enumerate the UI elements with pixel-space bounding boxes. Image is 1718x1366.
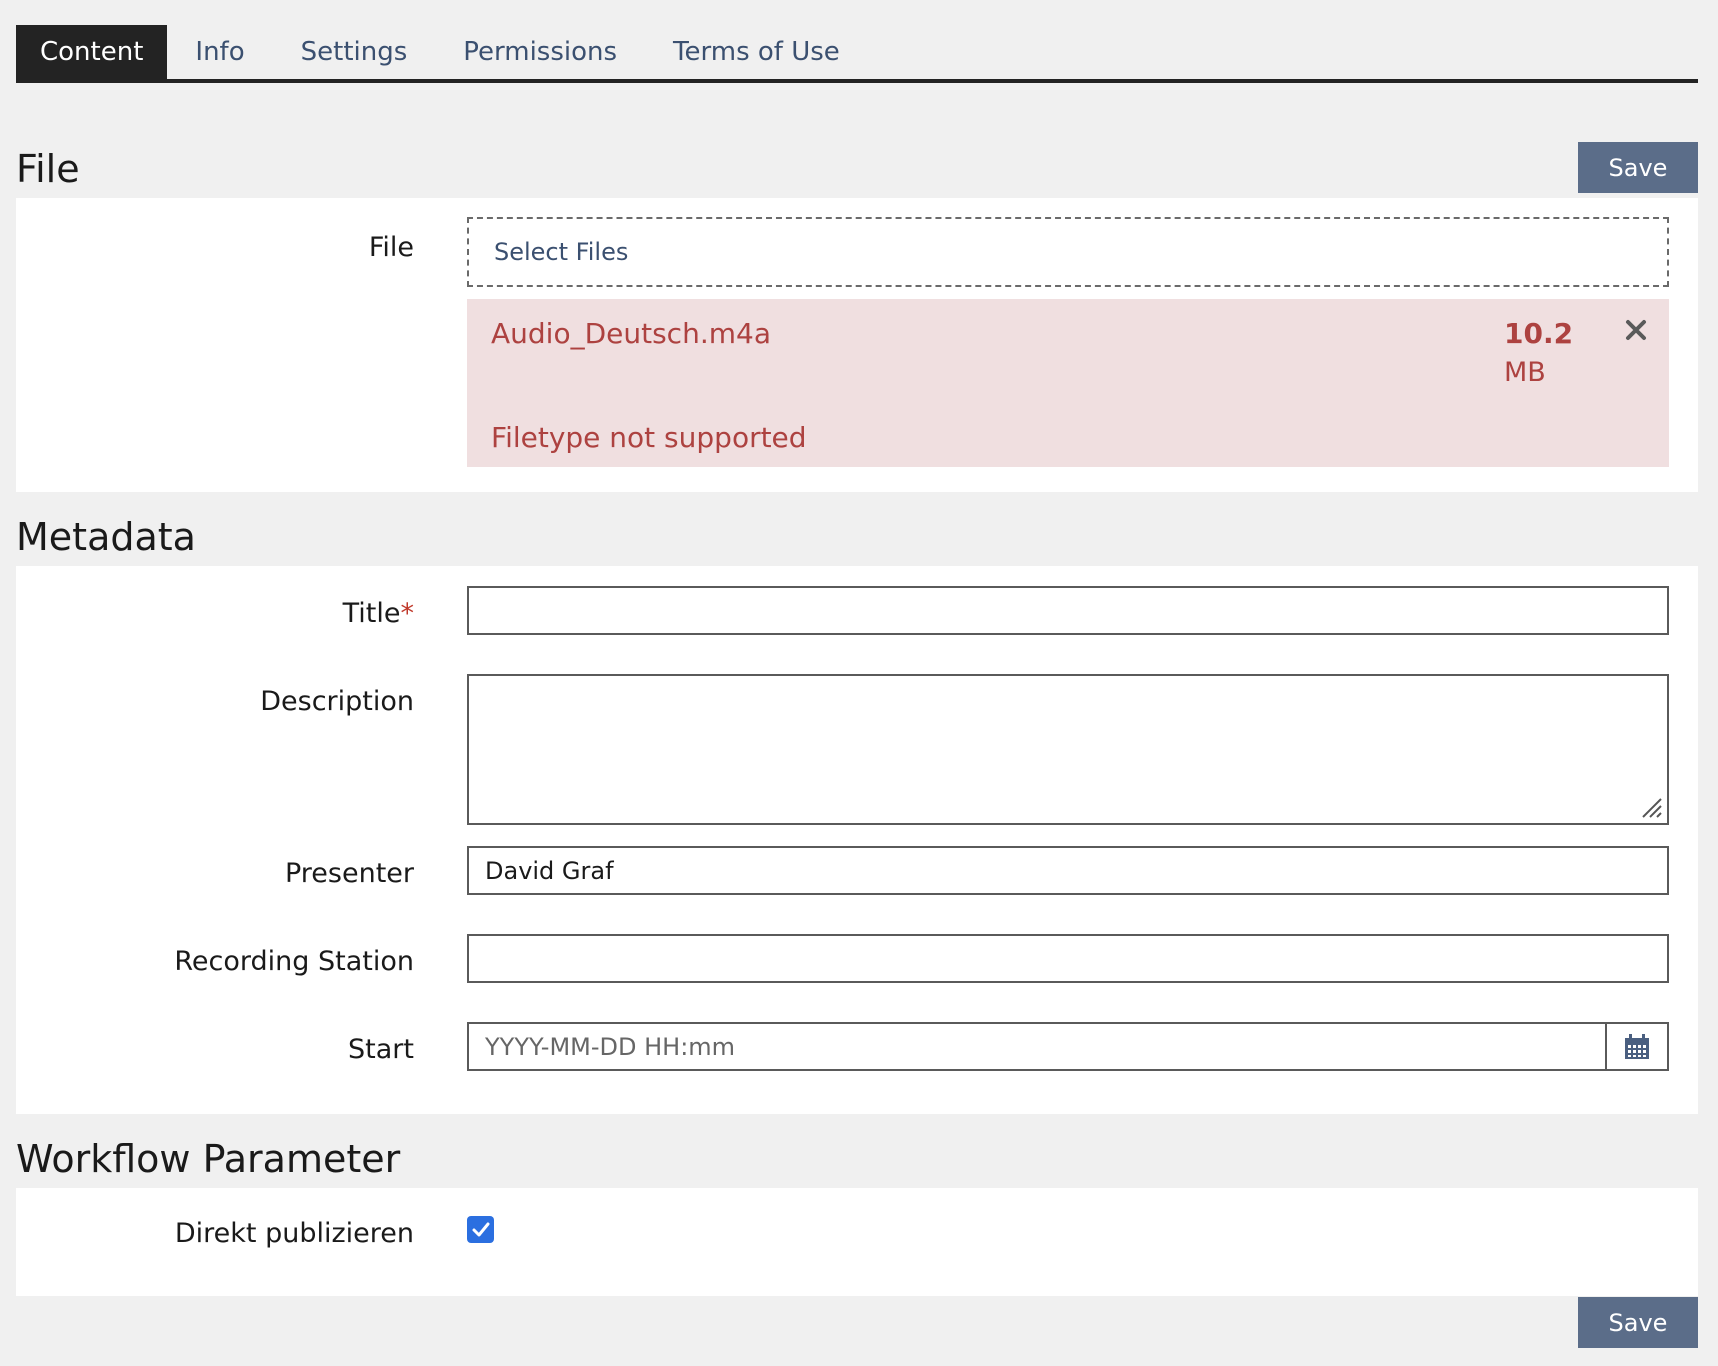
tab-terms-of-use[interactable]: Terms of Use [645,25,868,79]
tab-settings[interactable]: Settings [273,25,436,79]
presenter-input[interactable]: David Graf [467,846,1669,895]
save-button-bottom[interactable]: Save [1578,1297,1698,1348]
presenter-value: David Graf [485,856,614,885]
resize-grip-icon[interactable] [1637,793,1663,819]
presenter-label: Presenter [284,858,414,889]
tab-info[interactable]: Info [167,25,272,79]
publish-checkbox[interactable] [467,1216,494,1243]
start-label: Start [348,1034,414,1065]
workflow-section-heading: Workflow Parameter [16,1137,401,1181]
file-size-value: 10.2 [1504,317,1574,350]
select-files-label: Select Files [494,238,629,266]
file-field-label: File [368,232,414,263]
workflow-panel: Direkt publizieren [16,1188,1698,1296]
recording-station-input[interactable] [467,934,1669,983]
metadata-section-heading: Metadata [16,515,196,559]
start-datetime-input[interactable]: YYYY-MM-DD HH:mm [467,1022,1669,1071]
description-textarea[interactable] [467,674,1669,825]
save-button-top[interactable]: Save [1578,142,1698,193]
file-section-heading: File [16,147,80,191]
file-size-unit: MB [1504,357,1546,388]
file-error-message: Filetype not supported [491,421,807,454]
required-mark: * [400,598,415,629]
select-files-dropzone[interactable]: Select Files [467,217,1669,287]
file-name: Audio_Deutsch.m4a [491,317,771,350]
start-placeholder: YYYY-MM-DD HH:mm [485,1032,736,1061]
title-input[interactable] [467,586,1669,635]
title-label: Title* [343,600,414,627]
calendar-icon[interactable] [1605,1024,1667,1069]
file-error-item: Audio_Deutsch.m4a 10.2 MB Filetype not s… [467,299,1669,467]
tab-bar: Content Info Settings Permissions Terms … [16,25,1698,83]
checkmark-icon [472,1222,489,1236]
recording-station-label: Recording Station [174,946,414,977]
file-panel: File Select Files Audio_Deutsch.m4a 10.2… [16,198,1698,492]
title-label-text: Title [342,598,401,629]
description-label: Description [260,686,414,717]
publish-label: Direkt publizieren [174,1218,414,1249]
metadata-panel: Title* Description Presenter David Graf … [16,566,1698,1114]
tab-permissions[interactable]: Permissions [435,25,645,79]
close-icon[interactable] [1624,315,1648,350]
tab-content[interactable]: Content [16,25,168,79]
